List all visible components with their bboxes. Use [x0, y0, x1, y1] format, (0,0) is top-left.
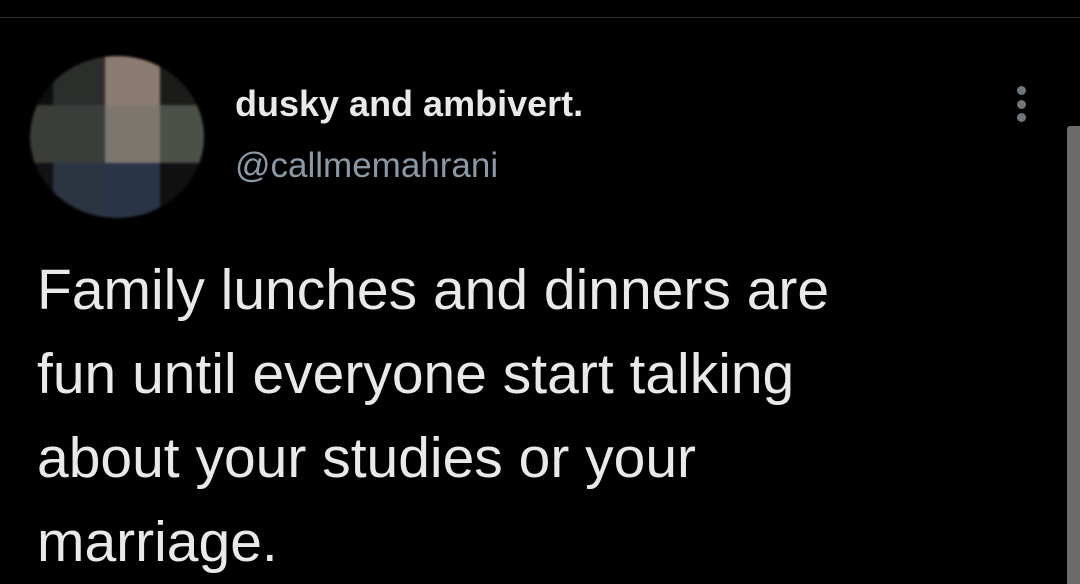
tweet[interactable]: dusky and ambivert. @callmemahrani Famil… — [0, 18, 1080, 584]
avatar-pixel — [160, 56, 204, 105]
avatar-pixel — [160, 163, 204, 218]
avatar-pixel — [53, 56, 105, 105]
avatar-pixel — [30, 56, 53, 105]
avatar-pixel — [105, 163, 160, 218]
avatar-pixel — [30, 163, 53, 218]
tweet-text-line: marriage. — [37, 510, 278, 574]
tweet-text: Family lunches and dinners are fun until… — [37, 248, 1017, 584]
avatar-pixel — [53, 163, 105, 218]
more-vertical-icon — [1016, 99, 1026, 109]
author-block: dusky and ambivert. @callmemahrani — [235, 82, 583, 188]
avatar-pixel — [53, 105, 105, 163]
more-vertical-icon — [1016, 113, 1026, 122]
user-handle[interactable]: @callmemahrani — [235, 144, 583, 188]
tweet-text-line: about your studies or your — [37, 426, 697, 490]
more-vertical-icon — [1016, 86, 1026, 95]
tweet-text-line: fun until everyone start talking — [37, 342, 795, 406]
avatar-pixel — [105, 56, 160, 105]
more-options-button[interactable] — [1004, 82, 1038, 126]
avatar-pixel — [105, 105, 160, 163]
display-name[interactable]: dusky and ambivert. — [235, 82, 583, 126]
scrollbar[interactable] — [1067, 126, 1080, 584]
avatar[interactable] — [30, 56, 204, 218]
avatar-pixel — [30, 105, 53, 163]
tweet-text-line: Family lunches and dinners are — [37, 258, 830, 322]
avatar-pixel — [160, 105, 204, 163]
